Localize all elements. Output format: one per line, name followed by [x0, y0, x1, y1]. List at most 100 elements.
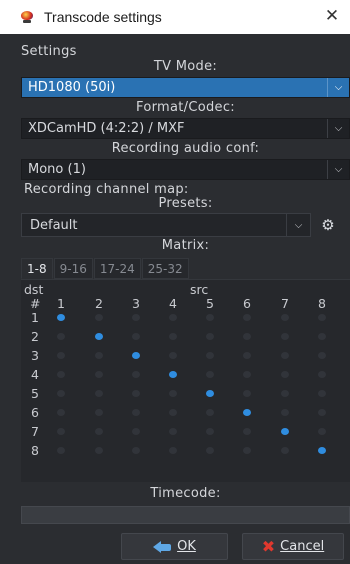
dst-row-header: 4 — [31, 367, 39, 382]
src-column-header: 1 — [57, 296, 65, 311]
close-icon[interactable]: ✕ — [322, 6, 342, 26]
matrix-cell[interactable] — [169, 428, 177, 435]
matrix-cell[interactable] — [95, 428, 103, 435]
tab-channels-25-32[interactable]: 25-32 — [141, 258, 189, 279]
matrix-cell-mapped[interactable] — [169, 371, 177, 378]
matrix-cell[interactable] — [132, 409, 140, 416]
presets-select[interactable]: Default ⌵ — [21, 213, 311, 237]
matrix-cell[interactable] — [318, 371, 326, 378]
matrix-cell[interactable] — [169, 333, 177, 340]
matrix-cell[interactable] — [281, 371, 289, 378]
tv-mode-label: TV Mode: — [153, 59, 218, 74]
matrix-cell[interactable] — [281, 409, 289, 416]
matrix-cell-mapped[interactable] — [206, 390, 214, 397]
matrix-cell[interactable] — [132, 447, 140, 454]
timecode-input[interactable] — [21, 506, 350, 524]
matrix-label: Matrix: — [161, 238, 210, 253]
matrix-cell[interactable] — [169, 314, 177, 321]
matrix-cell[interactable] — [132, 390, 140, 397]
matrix-cell[interactable] — [243, 314, 251, 321]
matrix-cell[interactable] — [318, 352, 326, 359]
matrix-cell[interactable] — [57, 428, 65, 435]
cancel-button-label: Cancel — [280, 539, 325, 554]
matrix-cell[interactable] — [281, 352, 289, 359]
matrix-cell[interactable] — [318, 428, 326, 435]
matrix-cell-mapped[interactable] — [57, 314, 65, 321]
matrix-cell[interactable] — [243, 371, 251, 378]
cancel-button[interactable]: ✖ Cancel — [242, 533, 344, 560]
matrix-cell[interactable] — [169, 447, 177, 454]
tv-mode-value: HD1080 (50i) — [28, 80, 116, 95]
dst-axis-label: dst — [24, 282, 44, 297]
dst-row-header: 6 — [31, 405, 39, 420]
matrix-cell-mapped[interactable] — [95, 333, 103, 340]
matrix-cell[interactable] — [206, 314, 214, 321]
matrix-cell[interactable] — [206, 428, 214, 435]
chevron-down-icon: ⌵ — [286, 214, 310, 236]
audio-conf-value: Mono (1) — [28, 162, 86, 177]
presets-label: Presets: — [158, 196, 213, 211]
ok-button[interactable]: OK — [121, 533, 228, 560]
matrix-cell[interactable] — [318, 390, 326, 397]
x-icon: ✖ — [261, 537, 276, 556]
tab-channels-9-16[interactable]: 9-16 — [53, 258, 93, 279]
tv-mode-select[interactable]: HD1080 (50i) ⌵ — [21, 77, 350, 98]
audio-conf-select[interactable]: Mono (1) ⌵ — [21, 159, 350, 180]
tab-channels-1-8[interactable]: 1-8 — [21, 258, 53, 279]
matrix-cell-mapped[interactable] — [132, 352, 140, 359]
matrix-cell[interactable] — [95, 371, 103, 378]
matrix-cell-mapped[interactable] — [318, 447, 326, 454]
matrix-cell[interactable] — [57, 447, 65, 454]
matrix-cell[interactable] — [132, 371, 140, 378]
hash-label: # — [30, 296, 41, 311]
matrix-cell[interactable] — [243, 428, 251, 435]
matrix-cell[interactable] — [243, 333, 251, 340]
matrix-cell[interactable] — [132, 314, 140, 321]
matrix-cell[interactable] — [318, 409, 326, 416]
matrix-cell[interactable] — [243, 390, 251, 397]
src-axis-label: src — [190, 282, 209, 297]
matrix-cell[interactable] — [95, 352, 103, 359]
matrix-cell[interactable] — [206, 371, 214, 378]
tab-channels-17-24[interactable]: 17-24 — [93, 258, 141, 279]
matrix-cell[interactable] — [132, 333, 140, 340]
matrix-cell[interactable] — [206, 409, 214, 416]
matrix-cell-mapped[interactable] — [243, 409, 251, 416]
tv-icon — [20, 10, 34, 24]
matrix-cell-mapped[interactable] — [281, 428, 289, 435]
matrix-cell[interactable] — [57, 333, 65, 340]
matrix-cell[interactable] — [243, 352, 251, 359]
src-column-header: 3 — [132, 296, 140, 311]
matrix-cell[interactable] — [206, 333, 214, 340]
matrix-cell[interactable] — [169, 352, 177, 359]
matrix-cell[interactable] — [95, 314, 103, 321]
matrix-cell[interactable] — [206, 447, 214, 454]
format-label: Format/Codec: — [136, 100, 235, 115]
gear-icon[interactable]: ⚙ — [318, 215, 338, 235]
matrix-cell[interactable] — [95, 409, 103, 416]
matrix-cell[interactable] — [57, 390, 65, 397]
matrix-cell[interactable] — [318, 333, 326, 340]
matrix-cell[interactable] — [132, 428, 140, 435]
matrix-cell[interactable] — [57, 371, 65, 378]
channel-map-label: Recording channel map: — [24, 182, 189, 197]
matrix-cell[interactable] — [206, 352, 214, 359]
chevron-down-icon: ⌵ — [327, 119, 349, 138]
matrix-cell[interactable] — [281, 390, 289, 397]
matrix-cell[interactable] — [281, 447, 289, 454]
matrix-cell[interactable] — [95, 390, 103, 397]
title-bar: Transcode settings ✕ — [0, 0, 350, 34]
matrix-cell[interactable] — [57, 409, 65, 416]
format-select[interactable]: XDCamHD (4:2:2) / MXF ⌵ — [21, 118, 350, 139]
matrix-cell[interactable] — [318, 314, 326, 321]
matrix-cell[interactable] — [169, 390, 177, 397]
matrix-cell[interactable] — [281, 314, 289, 321]
matrix-cell[interactable] — [57, 352, 65, 359]
src-column-header: 6 — [243, 296, 251, 311]
matrix-cell[interactable] — [243, 447, 251, 454]
matrix-cell[interactable] — [281, 333, 289, 340]
ok-button-label: OK — [177, 539, 196, 554]
matrix-cell[interactable] — [169, 409, 177, 416]
matrix-cell[interactable] — [95, 447, 103, 454]
src-column-header: 5 — [206, 296, 214, 311]
